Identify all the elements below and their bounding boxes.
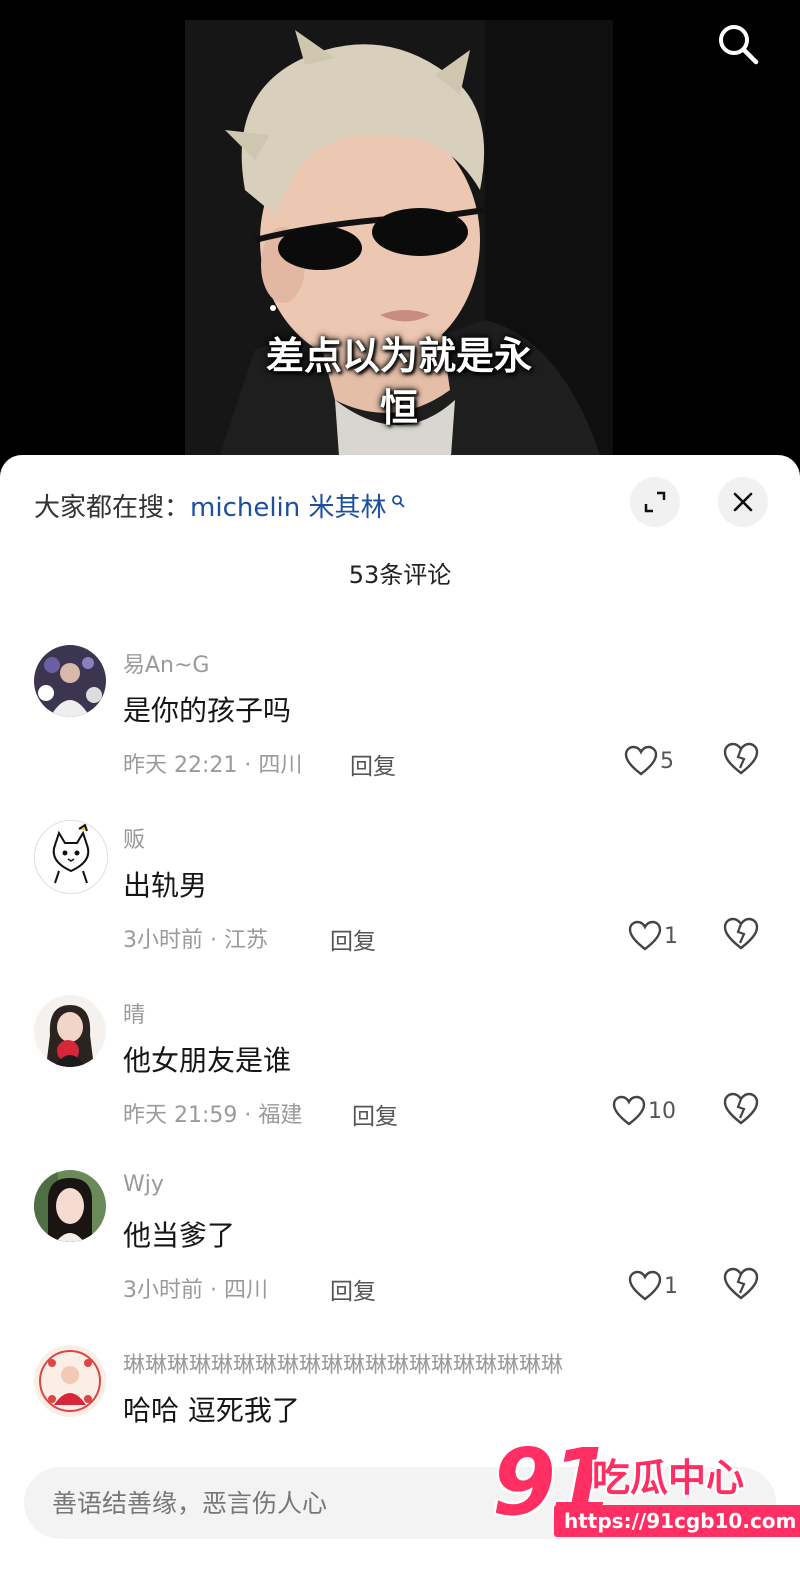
comment-count: 53条评论 <box>348 561 452 589</box>
dislike-button[interactable] <box>722 916 762 956</box>
comment-panel: 大家都在搜：michelin 米其林 53条评论 易An~G 是你的孩子吗 昨天… <box>0 455 800 1580</box>
broken-heart-icon <box>723 1092 759 1125</box>
reply-button[interactable]: 回复 <box>330 1272 376 1306</box>
heart-icon <box>624 745 658 776</box>
comment-list: 易An~G 是你的孩子吗 昨天 22:21 · 四川 回复 5 贩 出轨男 3小… <box>0 645 800 1520</box>
broken-heart-icon <box>723 917 759 950</box>
video-subtitle: 差点以为就是永 恒 <box>185 330 613 434</box>
comment-text: 哈哈 逗死我了 <box>123 1394 300 1427</box>
comment-meta: 昨天 21:59 · 福建 <box>123 1103 303 1128</box>
like-button[interactable]: 10 <box>612 1091 676 1131</box>
heart-icon <box>628 1270 662 1301</box>
comment-item: 晴 他女朋友是谁 昨天 21:59 · 福建 回复 10 <box>0 995 800 1170</box>
avatar[interactable] <box>34 995 106 1067</box>
avatar[interactable] <box>34 1170 106 1242</box>
avatar[interactable] <box>34 645 106 717</box>
close-icon <box>733 492 753 512</box>
comment-meta: 昨天 22:21 · 四川 <box>123 753 303 778</box>
small-search-icon <box>391 485 405 515</box>
hot-search-bar[interactable]: 大家都在搜：michelin 米其林 <box>34 485 405 524</box>
like-count: 5 <box>660 748 674 774</box>
heart-icon <box>628 920 662 951</box>
comment-username[interactable]: Wjy <box>123 1172 164 1197</box>
comment-item: Wjy 他当爹了 3小时前 · 四川 回复 1 <box>0 1170 800 1345</box>
like-button[interactable]: 1 <box>628 1266 678 1306</box>
dislike-button[interactable] <box>722 1266 762 1306</box>
video-area[interactable]: 差点以为就是永 恒 <box>0 0 800 470</box>
comment-meta: 3小时前 · 四川 <box>123 1278 268 1303</box>
avatar[interactable] <box>34 1345 106 1417</box>
comment-text: 是你的孩子吗 <box>123 694 292 727</box>
comment-item: 易An~G 是你的孩子吗 昨天 22:21 · 四川 回复 5 <box>0 645 800 820</box>
expand-icon <box>644 491 666 513</box>
like-button[interactable]: 5 <box>624 741 674 781</box>
comment-input[interactable] <box>24 1467 776 1539</box>
like-count: 1 <box>664 1273 678 1299</box>
subtitle-line-1: 差点以为就是永 <box>265 334 532 378</box>
comment-username[interactable]: 贩 <box>123 822 145 854</box>
dislike-button[interactable] <box>722 1091 762 1131</box>
comment-meta: 3小时前 · 江苏 <box>123 928 268 953</box>
expand-button[interactable] <box>630 477 680 527</box>
dislike-button[interactable] <box>722 741 762 781</box>
like-button[interactable]: 1 <box>628 916 678 956</box>
hot-search-keyword[interactable]: michelin 米其林 <box>190 493 387 523</box>
reply-button[interactable]: 回复 <box>350 747 396 781</box>
broken-heart-icon <box>723 742 759 775</box>
hot-search-prefix: 大家都在搜： <box>34 493 191 523</box>
comment-username[interactable]: 琳琳琳琳琳琳琳琳琳琳琳琳琳琳琳琳琳琳琳琳 <box>123 1347 563 1379</box>
broken-heart-icon <box>723 1267 759 1300</box>
subtitle-line-2: 恒 <box>379 386 418 430</box>
like-count: 1 <box>664 923 678 949</box>
search-button[interactable] <box>714 20 762 68</box>
comment-text: 他女朋友是谁 <box>123 1044 292 1077</box>
reply-button[interactable]: 回复 <box>352 1097 398 1131</box>
avatar[interactable] <box>34 820 108 894</box>
comment-text: 出轨男 <box>123 869 208 902</box>
comment-username[interactable]: 晴 <box>123 997 145 1029</box>
close-button[interactable] <box>718 477 768 527</box>
comment-input-bar <box>0 1455 800 1580</box>
heart-icon <box>612 1095 646 1126</box>
comment-text: 他当爹了 <box>123 1219 236 1252</box>
comment-item: 贩 出轨男 3小时前 · 江苏 回复 1 <box>0 820 800 995</box>
reply-button[interactable]: 回复 <box>330 922 376 956</box>
like-count: 10 <box>648 1098 676 1124</box>
search-icon <box>719 25 759 65</box>
comment-username[interactable]: 易An~G <box>123 647 209 679</box>
